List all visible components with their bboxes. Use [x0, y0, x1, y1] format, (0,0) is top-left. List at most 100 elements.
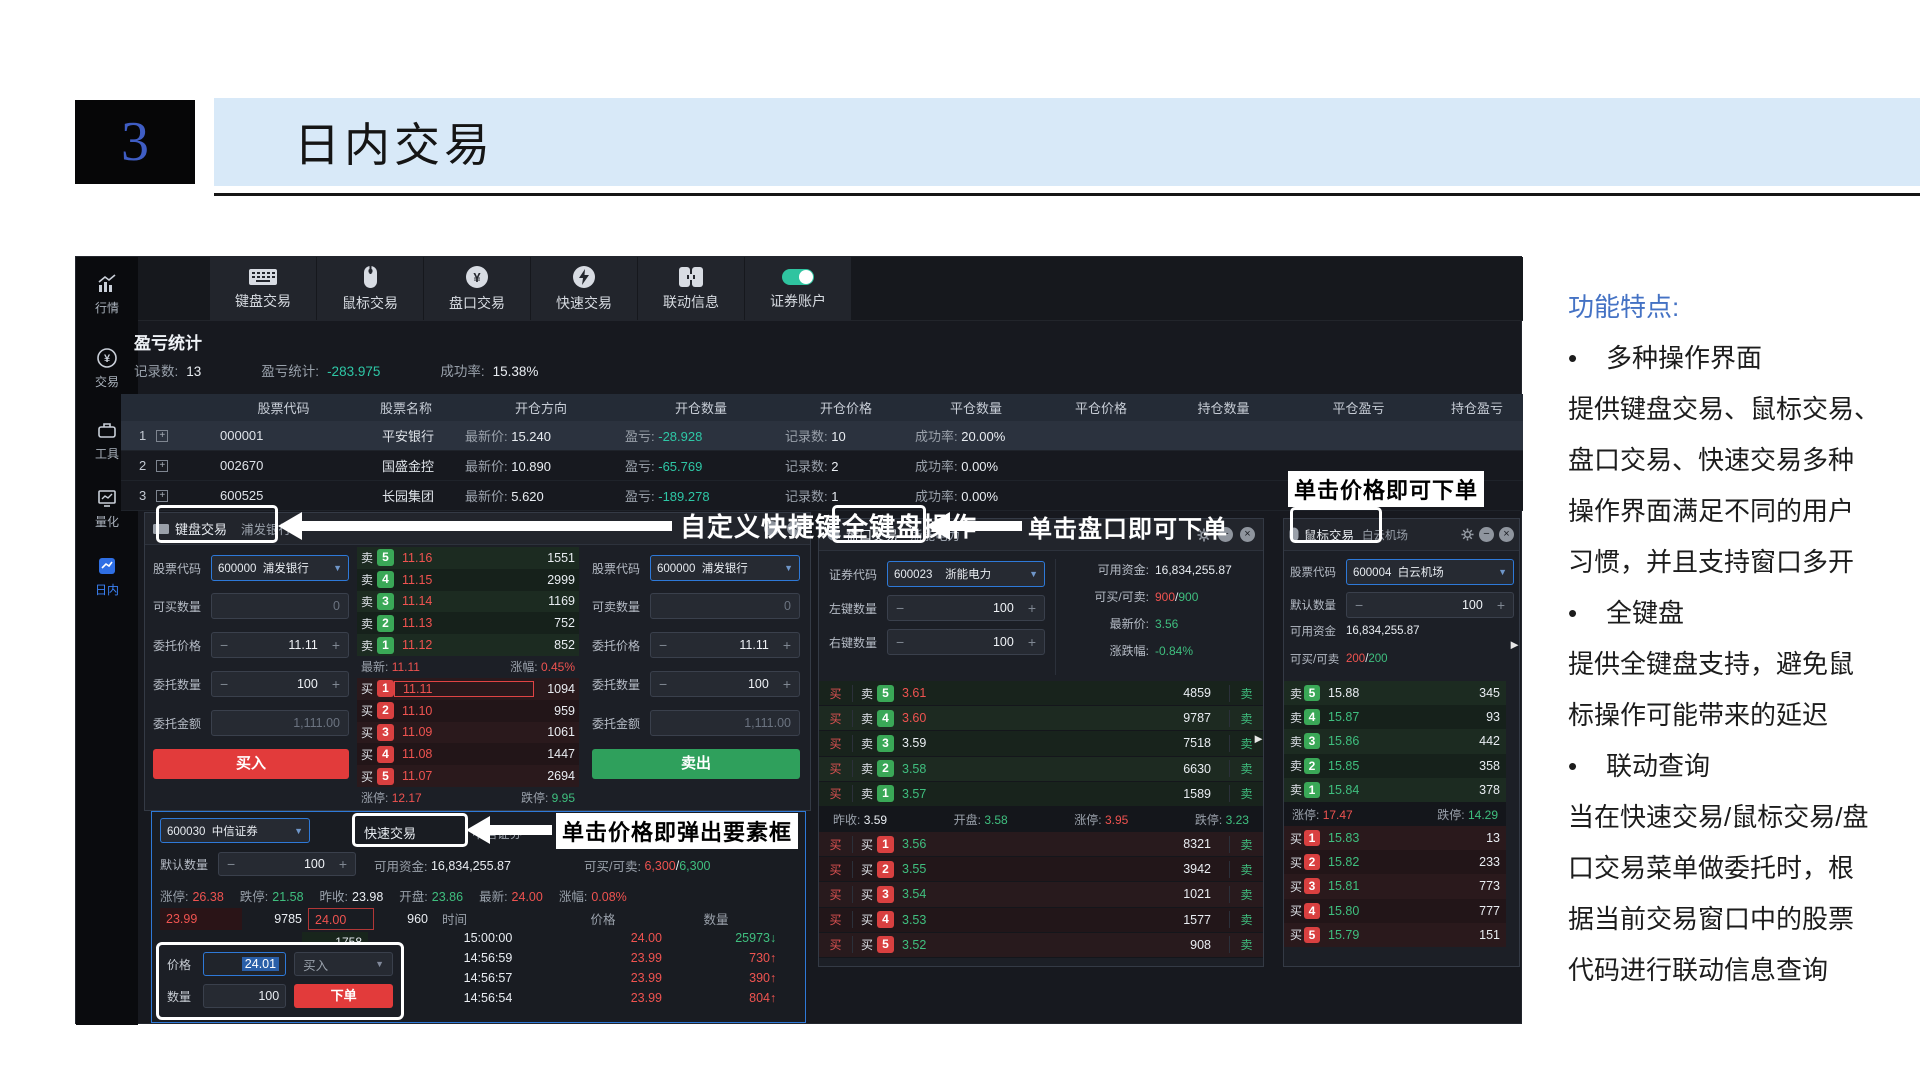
price-stepper[interactable]: −11.11+ [650, 632, 800, 658]
order-book-row[interactable]: 卖4 15.8793 [1284, 705, 1506, 729]
place-order-button[interactable]: 下单 [294, 984, 393, 1008]
plus-icon[interactable]: + [783, 637, 791, 653]
buy-cell[interactable]: 买 [819, 886, 853, 903]
amount-field[interactable]: 1,111.00 [650, 710, 800, 736]
time-sales-row[interactable]: 14:56:57 23.99 390 ↑ [432, 968, 800, 988]
order-book-row[interactable]: 卖1 11.12852 [357, 634, 579, 656]
buy-button[interactable]: 买入 [153, 749, 349, 779]
minus-icon[interactable]: − [220, 637, 228, 653]
order-book-row[interactable]: 买5 11.072694 [357, 765, 579, 787]
stock-code-dropdown[interactable]: 600000 浦发银行▼ [211, 555, 349, 581]
stock-code-dropdown[interactable]: 600000 浦发银行▼ [650, 555, 800, 581]
side-dropdown[interactable]: 买入▼ [294, 952, 393, 976]
expand-right-icon[interactable]: ► [1252, 731, 1265, 746]
order-book-row[interactable]: 买5 15.79151 [1284, 923, 1506, 947]
default-qty-stepper[interactable]: −100+ [218, 852, 356, 876]
order-book-row[interactable]: 卖3 15.86442 [1284, 729, 1506, 753]
order-book-row[interactable]: 买 买 3 3.54 1021 卖 [819, 882, 1263, 907]
sell-button[interactable]: 卖出 [592, 749, 800, 779]
order-book-row[interactable]: 买 买 5 3.52 908 卖 [819, 933, 1263, 958]
minus-icon[interactable]: − [896, 634, 904, 650]
gear-icon[interactable] [1461, 528, 1474, 541]
order-book-row[interactable]: 买 卖 4 3.60 9787 卖 [819, 706, 1263, 731]
price-stepper[interactable]: −11.11+ [211, 632, 349, 658]
sell-cell[interactable]: 卖 [1229, 785, 1263, 802]
sidebar-item-market[interactable]: 行情 [76, 273, 138, 316]
right-click-qty-stepper[interactable]: −100+ [887, 629, 1045, 655]
toolbar-item-keyboard-trade[interactable]: 键盘交易 [210, 257, 316, 321]
sidebar-item-trade[interactable]: ¥ 交易 [76, 347, 138, 390]
bid-price-cell[interactable]: 23.99 [160, 908, 242, 930]
order-book-row[interactable]: 买2 11.10959 [357, 700, 579, 722]
order-book-row[interactable]: 买 卖 2 3.58 6630 卖 [819, 757, 1263, 782]
minus-icon[interactable]: − [659, 637, 667, 653]
sell-cell[interactable]: 卖 [1229, 886, 1263, 903]
sell-cell[interactable]: 卖 [1229, 710, 1263, 727]
security-code-dropdown[interactable]: 600023 浙能电力▼ [887, 561, 1045, 587]
order-book-row[interactable]: 买 买 1 3.56 8321 卖 [819, 832, 1263, 857]
order-book-row[interactable]: 买1 11.111094 [357, 678, 579, 700]
buy-cell[interactable]: 买 [819, 911, 853, 928]
stock-code-dropdown[interactable]: 600004 白云机场▼ [1346, 559, 1514, 585]
expand-icon[interactable] [156, 430, 168, 442]
order-book-row[interactable]: 买 卖 5 3.61 4859 卖 [819, 681, 1263, 706]
order-book-row[interactable]: 买 买 2 3.55 3942 卖 [819, 857, 1263, 882]
expand-icon[interactable] [156, 490, 168, 502]
sell-cell[interactable]: 卖 [1229, 911, 1263, 928]
plus-icon[interactable]: + [1028, 634, 1036, 650]
ask-price-cell[interactable]: 24.00 [308, 908, 374, 930]
minus-icon[interactable]: − [227, 856, 235, 872]
sell-cell[interactable]: 卖 [1229, 861, 1263, 878]
order-book-row[interactable]: 买4 11.081447 [357, 743, 579, 765]
order-book-row[interactable]: 买3 15.81773 [1284, 874, 1506, 898]
popup-qty-input[interactable]: 100 [203, 984, 286, 1008]
minus-icon[interactable]: − [1355, 597, 1363, 613]
order-book-row[interactable]: 卖3 11.141169 [357, 591, 579, 613]
minus-icon[interactable]: − [220, 676, 228, 692]
qty-stepper[interactable]: −100+ [211, 671, 349, 697]
order-book-row[interactable]: 买2 15.82233 [1284, 850, 1506, 874]
table-row[interactable]: 1 000001 平安银行 最新价: 15.240 盈亏: -28.928 记录… [121, 421, 1523, 451]
minus-icon[interactable]: − [659, 676, 667, 692]
plus-icon[interactable]: + [332, 637, 340, 653]
order-book-row[interactable]: 买 卖 1 3.57 1589 卖 [819, 782, 1263, 807]
order-book-row[interactable]: 买 买 4 3.53 1577 卖 [819, 908, 1263, 933]
available-qty-field[interactable]: 0 [650, 593, 800, 619]
buy-cell[interactable]: 买 [819, 861, 853, 878]
order-book-row[interactable]: 卖2 15.85358 [1284, 754, 1506, 778]
qty-stepper[interactable]: −100+ [650, 671, 800, 697]
minus-icon[interactable]: − [896, 600, 904, 616]
order-book-row[interactable]: 卖1 15.84378 [1284, 778, 1506, 802]
plus-icon[interactable]: + [339, 856, 347, 872]
buy-cell[interactable]: 买 [819, 735, 853, 752]
expand-right-icon[interactable]: ► [1508, 637, 1521, 652]
plus-icon[interactable]: + [332, 676, 340, 692]
time-sales-row[interactable]: 14:56:59 23.99 730 ↑ [432, 948, 800, 968]
plus-icon[interactable]: + [783, 676, 791, 692]
sell-cell[interactable]: 卖 [1229, 936, 1263, 953]
order-book-row[interactable]: 卖5 15.88345 [1284, 681, 1506, 705]
buy-cell[interactable]: 买 [819, 936, 853, 953]
sell-cell[interactable]: 卖 [1229, 760, 1263, 777]
toolbar-item-quick-trade[interactable]: 快速交易 [531, 257, 637, 321]
close-icon[interactable]: × [1499, 527, 1514, 542]
minimize-icon[interactable]: − [1479, 527, 1494, 542]
toolbar-item-securities-account[interactable]: 证券账户 [745, 257, 851, 321]
order-book-row[interactable]: 卖4 11.152999 [357, 569, 579, 591]
plus-icon[interactable]: + [1497, 597, 1505, 613]
stock-code-dropdown[interactable]: 600030 中信证券▼ [160, 818, 310, 843]
sell-cell[interactable]: 卖 [1229, 836, 1263, 853]
order-book-row[interactable]: 卖2 11.13752 [357, 612, 579, 634]
sidebar-item-intraday[interactable]: 日内 [76, 555, 138, 598]
available-qty-field[interactable]: 0 [211, 593, 349, 619]
amount-field[interactable]: 1,111.00 [211, 710, 349, 736]
sell-cell[interactable]: 卖 [1229, 685, 1263, 702]
order-book-row[interactable]: 买3 11.091061 [357, 722, 579, 744]
default-qty-stepper[interactable]: −100+ [1346, 592, 1514, 618]
buy-cell[interactable]: 买 [819, 836, 853, 853]
buy-cell[interactable]: 买 [819, 785, 853, 802]
buy-cell[interactable]: 买 [819, 760, 853, 777]
expand-icon[interactable] [156, 460, 168, 472]
order-book-row[interactable]: 卖5 11.161551 [357, 547, 579, 569]
toolbar-item-mouse-trade[interactable]: 鼠标交易 [317, 257, 423, 321]
